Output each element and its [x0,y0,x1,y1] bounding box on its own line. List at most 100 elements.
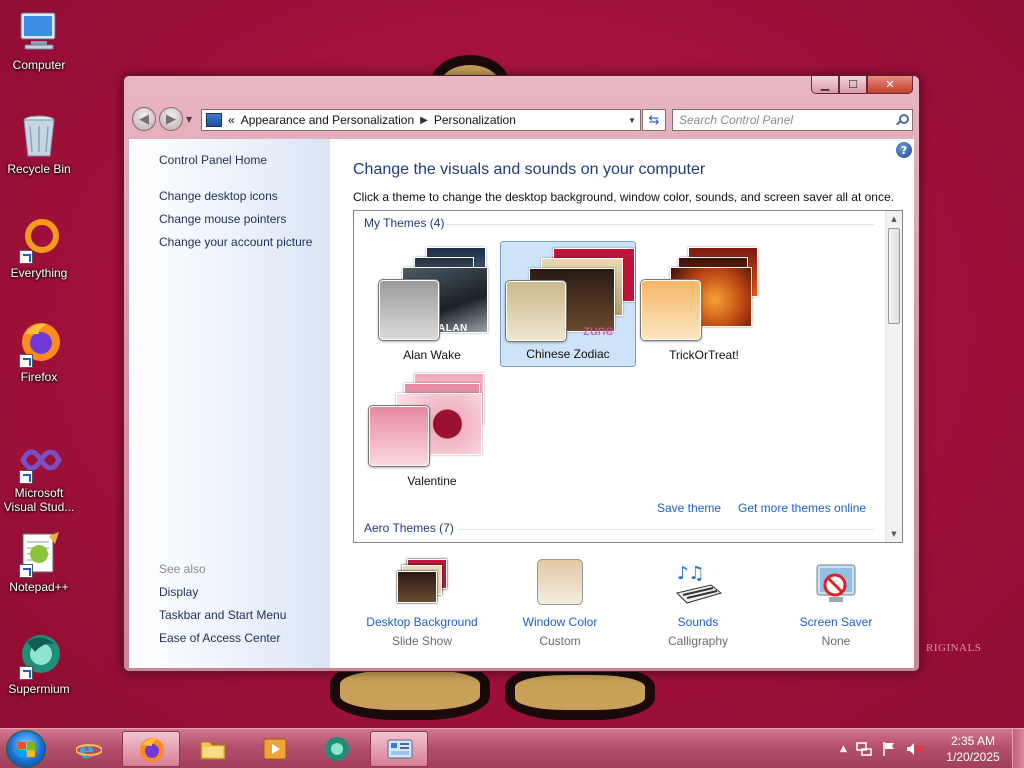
my-themes-heading[interactable]: My Themes (4) [364,216,444,230]
system-clock[interactable]: 2:35 AM 1/20/2025 [935,733,1011,765]
theme-list[interactable]: My Themes (4) ALAN WAKE Alan Wake zune C… [353,210,903,543]
forward-button[interactable]: ▶ [159,107,183,131]
desktop-icon-notepad-plus-plus[interactable]: Notepad++ [0,530,78,594]
scrollbar-thumb[interactable] [888,228,900,324]
desktop-background-link[interactable]: Desktop Background [352,615,492,629]
page-title: Change the visuals and sounds on your co… [353,161,706,178]
taskbar-start-menu-link[interactable]: Taskbar and Start Menu [159,608,286,622]
taskbar-internet-explorer[interactable]: e [60,731,118,767]
address-dropdown-icon[interactable]: ▼ [624,116,640,125]
desktop-icon-label: Notepad++ [9,580,69,594]
screen-saver-icon [811,559,861,609]
volume-muted-icon[interactable] [906,741,924,757]
desktop-icon-everything[interactable]: Everything [0,216,78,280]
desktop-icon-recycle-bin[interactable]: Recycle Bin [0,112,78,176]
theme-name: TrickOrTreat! [669,348,739,362]
aero-themes-heading[interactable]: Aero Themes (7) [364,521,454,535]
display-link[interactable]: Display [159,585,198,599]
taskbar-file-explorer[interactable] [184,731,242,767]
desktop-icon-computer[interactable]: Computer [0,8,78,72]
search-input[interactable]: Search Control Panel [672,109,913,131]
desktop-icon-label: Everything [10,266,68,280]
action-center-flag-icon[interactable] [881,741,897,757]
taskbar: e ▲ 2:35 AM 1/20/2025 [0,728,1024,768]
desktop-icon-label: Firefox [20,370,58,384]
group-divider [446,224,874,225]
theme-chinese-zodiac[interactable]: zune Chinese Zodiac [500,241,636,367]
control-panel-home-link[interactable]: Control Panel Home [159,153,267,167]
close-button[interactable]: ✕ [867,76,913,94]
show-desktop-button[interactable] [1012,729,1024,768]
ease-of-access-link[interactable]: Ease of Access Center [159,631,280,645]
desktop-icon-visual-studio[interactable]: Microsoft Visual Stud... [0,436,78,514]
desktop-background-setting[interactable]: Desktop Background Slide Show [352,559,492,648]
caption-buttons: ▁ ☐ ✕ [811,76,913,94]
minimize-button[interactable]: ▁ [811,76,839,94]
change-mouse-pointers-link[interactable]: Change mouse pointers [159,212,286,226]
breadcrumb-appearance[interactable]: Appearance and Personalization [241,113,414,127]
svg-text:e: e [79,736,94,762]
group-divider [458,529,874,530]
personalization-window: ▁ ☐ ✕ ◀ ▶ ▼ « Appearance and Personaliza… [123,75,920,672]
shortcut-arrow-icon [19,354,33,368]
breadcrumb-personalization[interactable]: Personalization [434,113,516,127]
supermium-icon [15,632,63,680]
sounds-value: Calligraphy [667,634,729,648]
folder-icon [200,741,226,760]
notification-area: ▲ [840,729,924,768]
theme-alan-wake[interactable]: ALAN WAKE Alan Wake [364,241,500,367]
start-button[interactable] [6,730,46,768]
back-button[interactable]: ◀ [132,107,156,131]
taskbar-media-player[interactable] [246,731,304,767]
notepad-plus-plus-icon [15,530,63,578]
address-bar[interactable]: « Appearance and Personalization ▶ Perso… [201,109,641,131]
screen-saver-setting[interactable]: Screen Saver None [766,559,906,648]
taskbar-supermium[interactable] [308,731,366,767]
change-account-picture-link[interactable]: Change your account picture [159,235,312,249]
clock-date: 1/20/2025 [946,750,1000,764]
search-placeholder: Search Control Panel [679,113,794,127]
desktop-icon-supermium[interactable]: Supermium [0,632,78,696]
page-description: Click a theme to change the desktop back… [353,190,894,204]
refresh-button[interactable]: ⇆ [642,109,666,131]
recycle-bin-icon [15,112,63,160]
forward-arrow-icon: ▶ [166,111,176,127]
change-desktop-icons-link[interactable]: Change desktop icons [159,189,278,203]
shortcut-arrow-icon [19,470,33,484]
address-overflow-chevron[interactable]: « [228,113,235,127]
desktop-icon-label: Recycle Bin [7,162,71,176]
maximize-button[interactable]: ☐ [839,76,867,94]
window-color-icon [535,559,585,609]
refresh-icon: ⇆ [648,112,660,128]
network-icon[interactable] [856,741,872,757]
firefox-icon [15,320,63,368]
task-pane: Control Panel Home Change desktop icons … [129,139,330,668]
recent-pages-dropdown[interactable]: ▼ [186,115,194,124]
breadcrumb-separator-icon[interactable]: ▶ [420,115,428,126]
get-more-themes-link[interactable]: Get more themes online [738,501,866,515]
shortcut-arrow-icon [19,564,33,578]
screen-saver-link[interactable]: Screen Saver [766,615,906,629]
shortcut-arrow-icon [19,250,33,264]
theme-valentine[interactable]: Valentine [364,367,500,493]
save-theme-link[interactable]: Save theme [657,501,721,515]
navigation-buttons: ◀ ▶ ▼ [132,107,194,131]
desktop-icon-firefox[interactable]: Firefox [0,320,78,384]
scroll-down-icon[interactable]: ▼ [886,526,902,542]
window-color-setting[interactable]: Window Color Custom [490,559,630,648]
sounds-link[interactable]: Sounds [628,615,768,629]
sounds-setting[interactable]: ♪♫ Sounds Calligraphy [628,559,768,648]
show-hidden-icons-button[interactable]: ▲ [840,744,847,754]
help-button[interactable]: ? [896,142,912,158]
taskbar-control-panel[interactable] [370,731,428,767]
wallpaper-watermark: RIGINALS [926,642,982,654]
window-color-link[interactable]: Window Color [490,615,630,629]
scroll-up-icon[interactable]: ▲ [886,211,902,227]
theme-color-swatch [640,279,702,341]
clock-time: 2:35 AM [950,734,996,748]
theme-trickortreat[interactable]: TrickOrTreat! [636,241,772,367]
taskbar-firefox[interactable] [122,731,180,767]
theme-list-scrollbar[interactable]: ▲ ▼ [885,211,902,542]
search-icon[interactable] [896,114,909,126]
theme-color-swatch [378,279,440,341]
